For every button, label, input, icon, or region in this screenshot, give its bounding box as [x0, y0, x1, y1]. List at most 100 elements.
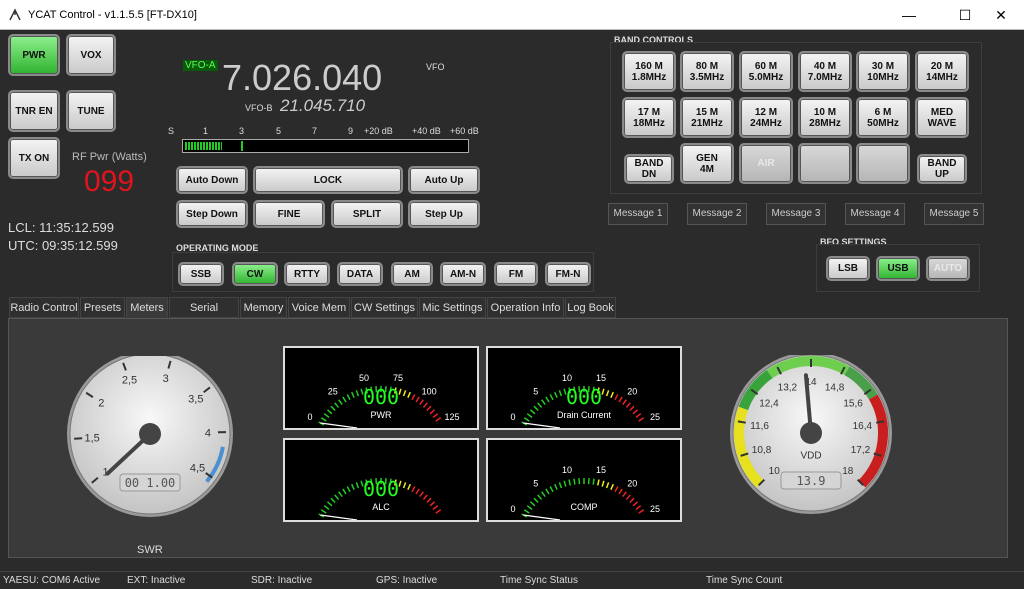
meter-arc-segment: [618, 488, 623, 495]
band-button-2-2[interactable]: AIR: [739, 143, 793, 184]
band-button-0-2[interactable]: 60 M 5.0MHz: [739, 51, 793, 92]
lsb-button[interactable]: LSB: [826, 256, 870, 281]
band-button-1-4[interactable]: 6 M 50MHz: [856, 97, 910, 138]
message-4-button[interactable]: Message 4: [845, 203, 905, 225]
vfo-a-frequency[interactable]: 7.026.040: [222, 57, 382, 99]
tab-presets[interactable]: Presets: [80, 297, 125, 318]
minimize-button[interactable]: —: [886, 0, 932, 30]
band-button-1-3[interactable]: 10 M 28MHz: [798, 97, 852, 138]
mode-ssb-button[interactable]: SSB: [178, 262, 224, 286]
meter-arc-segment: [635, 413, 642, 418]
mode-cw-button[interactable]: CW: [232, 262, 278, 286]
meter-tick-label: 75: [393, 373, 403, 383]
comp-meter: 0 5 10 15 20 25 COMP: [486, 438, 682, 522]
auto-bfo-button[interactable]: AUTO: [926, 256, 970, 281]
meter-arc-segment: [326, 501, 333, 507]
s-scale-label: +20 dB: [364, 126, 393, 136]
meter-arc-segment: [338, 399, 343, 406]
band-button-1-1[interactable]: 15 M 21MHz: [680, 97, 734, 138]
band-button-0-1[interactable]: 80 M 3.5MHz: [680, 51, 734, 92]
split-button[interactable]: SPLIT: [331, 200, 403, 228]
tab-meters[interactable]: Meters: [126, 297, 168, 318]
message-1-button[interactable]: Message 1: [608, 203, 668, 225]
lock-button[interactable]: LOCK: [253, 166, 403, 194]
meter-tick-label: 15: [596, 465, 606, 475]
auto-down-button[interactable]: Auto Down: [176, 166, 248, 194]
vfo-b-frequency[interactable]: 21.045.710: [280, 96, 365, 116]
close-button[interactable]: ✕: [978, 0, 1024, 30]
meter-arc-segment: [422, 494, 428, 500]
meter-arc-segment: [432, 413, 439, 418]
meter-arc-segment: [635, 505, 642, 510]
message-3-button[interactable]: Message 3: [766, 203, 826, 225]
meter-tick-label: 25: [328, 387, 338, 397]
meter-label: PWR: [371, 410, 392, 420]
vfo-b-tag: VFO-B: [245, 103, 273, 113]
band-button-0-0[interactable]: 160 M 1.8MHz: [622, 51, 676, 92]
band-button-0-5[interactable]: 20 M 14MHz: [915, 51, 969, 92]
meter-tick-label: 25: [650, 412, 660, 422]
tab-voice-mem[interactable]: Voice Mem: [288, 297, 350, 318]
meter-digits: 000: [363, 385, 399, 409]
band-button-0-3[interactable]: 40 M 7.0MHz: [798, 51, 852, 92]
meter-digits: 000: [363, 477, 399, 501]
gauge-hub: [139, 423, 161, 445]
tab-operation-info[interactable]: Operation Info: [487, 297, 564, 318]
band-button-1-5[interactable]: MED WAVE: [915, 97, 969, 138]
tx-on-button[interactable]: TX ON: [8, 137, 60, 179]
tune-button[interactable]: TUNE: [66, 90, 116, 132]
tab-log-book[interactable]: Log Book: [565, 297, 616, 318]
meter-arc-segment: [537, 402, 543, 408]
tab-cw-settings[interactable]: CW Settings: [351, 297, 418, 318]
tab-serial-comms[interactable]: Serial Comms: [169, 297, 239, 334]
step-up-button[interactable]: Step Up: [408, 200, 480, 228]
band-button-0-4[interactable]: 30 M 10MHz: [856, 51, 910, 92]
auto-up-button[interactable]: Auto Up: [408, 166, 480, 194]
tab-mic-settings[interactable]: Mic Settings: [419, 297, 486, 318]
mode-data-button[interactable]: DATA: [337, 262, 383, 286]
mode-am-button[interactable]: AM: [391, 262, 433, 286]
tnr-enable-button[interactable]: TNR EN: [8, 90, 60, 132]
pwr-button[interactable]: PWR: [8, 34, 60, 76]
mode-fm-n-button[interactable]: FM-N: [545, 262, 591, 286]
swr-gauge: 11,522,5 33,544,500 1.00: [67, 356, 233, 517]
gauge-tick-label: 3: [163, 373, 169, 385]
usb-button[interactable]: USB: [876, 256, 920, 281]
tab-radio-control[interactable]: Radio Control: [9, 297, 79, 318]
meter-label: Drain Current: [557, 410, 612, 420]
meter-arc-segment: [554, 483, 558, 491]
meter-arc-segment: [351, 483, 355, 491]
message-5-button[interactable]: Message 5: [924, 203, 984, 225]
gauge-tick-label: 12,4: [759, 398, 779, 409]
meter-arc-segment: [334, 402, 340, 408]
mode-rtty-button[interactable]: RTTY: [284, 262, 330, 286]
status-time-sync: Time Sync Status: [500, 575, 578, 586]
message-2-button[interactable]: Message 2: [687, 203, 747, 225]
meter-arc-segment: [346, 486, 351, 493]
meter-arc-segment: [625, 494, 631, 500]
vox-button[interactable]: VOX: [66, 34, 116, 76]
fine-button[interactable]: FINE: [253, 200, 325, 228]
mode-fm-button[interactable]: FM: [494, 262, 538, 286]
s-scale-label: 7: [312, 126, 318, 136]
band-button-1-0[interactable]: 17 M 18MHz: [622, 97, 676, 138]
band-button-2-4[interactable]: [856, 143, 910, 184]
title-bar: YCAT Control - v1.1.5.5 [FT-DX10] — ☐ ✕: [0, 0, 1024, 30]
meter-arc-segment: [629, 497, 635, 504]
vdd-gauge: 1010,811,612,413,21414,815,616,417,21813…: [730, 355, 892, 514]
band-button-2-3[interactable]: [798, 143, 852, 184]
tab-memory[interactable]: Memory: [240, 297, 287, 318]
step-down-button[interactable]: Step Down: [176, 200, 248, 228]
meter-arc-segment: [554, 391, 558, 399]
meter-tick-label: 25: [650, 504, 660, 514]
meter-arc-segment: [407, 483, 411, 491]
meter-arc-segment: [596, 479, 600, 486]
meter-arc-segment: [610, 483, 614, 491]
s-scale-label: 3: [239, 126, 245, 136]
band-button-2-1[interactable]: GEN 4M: [680, 143, 734, 184]
mode-am-n-button[interactable]: AM-N: [440, 262, 486, 286]
band-button-2-0[interactable]: BAND DN: [624, 154, 674, 184]
meter-tick-label: 5: [533, 479, 538, 489]
band-button-1-2[interactable]: 12 M 24MHz: [739, 97, 793, 138]
band-button-2-5[interactable]: BAND UP: [917, 154, 967, 184]
